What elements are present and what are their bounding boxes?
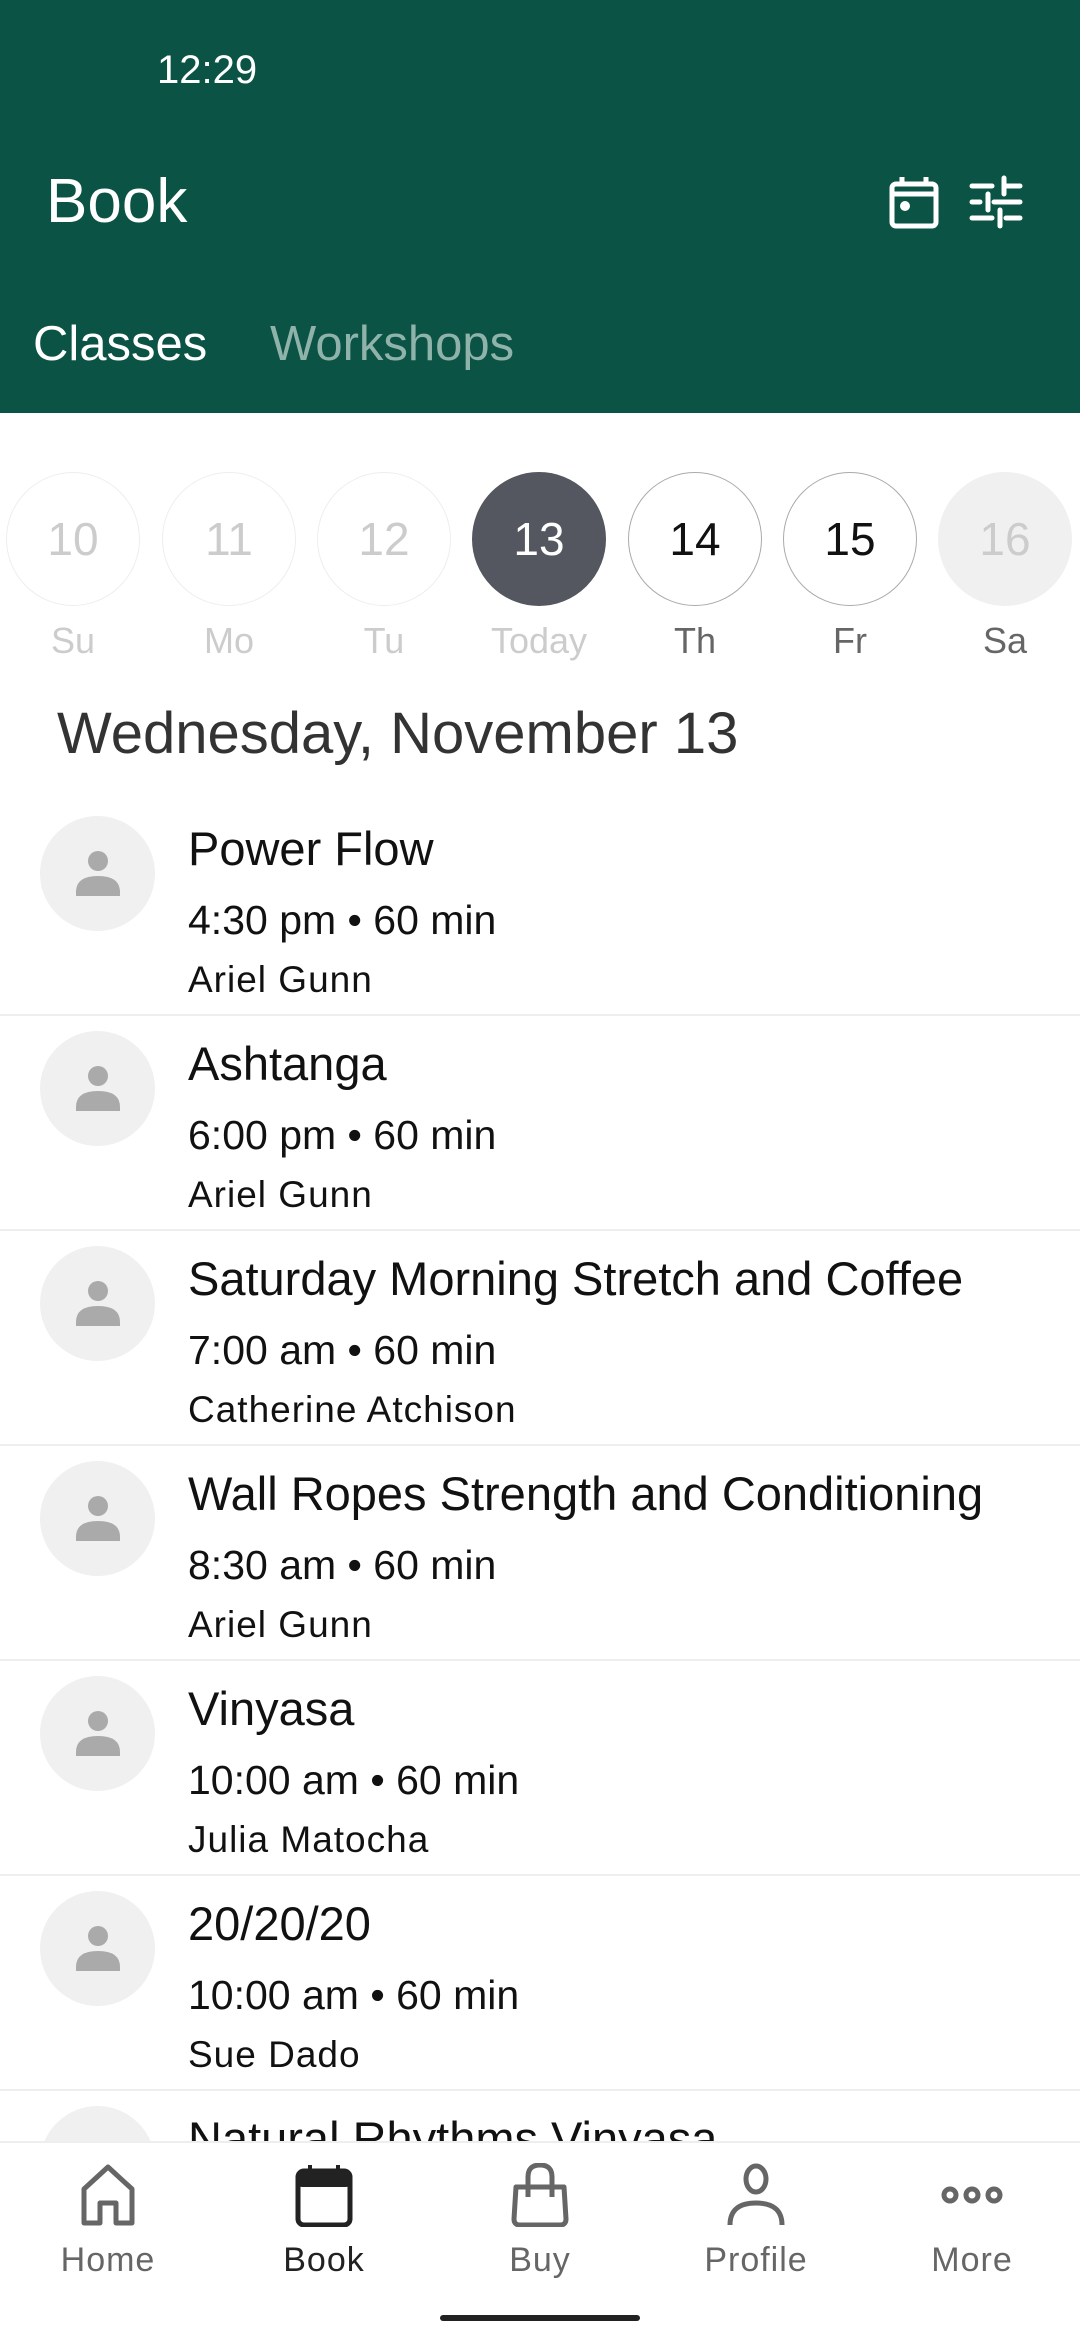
class-title: Vinyasa bbox=[188, 1682, 355, 1735]
home-icon bbox=[81, 2164, 135, 2226]
date-number: 14 bbox=[628, 472, 762, 606]
avatar bbox=[40, 1676, 155, 1791]
date-label: Sa bbox=[982, 620, 1028, 661]
class-instructor: Ariel Gunn bbox=[188, 1604, 373, 1645]
class-list-item[interactable]: Wall Ropes Strength and Conditioning 8:3… bbox=[0, 1446, 1080, 1661]
person-icon bbox=[76, 1066, 120, 1111]
person-icon bbox=[727, 2163, 785, 2226]
nav-label: Home bbox=[60, 2241, 156, 2279]
nav-home[interactable]: Home bbox=[0, 2163, 216, 2280]
class-instructor: Catherine Atchison bbox=[188, 1389, 517, 1430]
class-list-item[interactable]: Ashtanga 6:00 pm • 60 min Ariel Gunn bbox=[0, 1016, 1080, 1231]
more-dots-icon bbox=[941, 2186, 1003, 2204]
avatar bbox=[40, 1891, 155, 2006]
nav-label: Profile bbox=[704, 2241, 808, 2279]
tab-classes[interactable]: Classes bbox=[33, 316, 207, 372]
avatar bbox=[40, 1031, 155, 1146]
date-item[interactable]: 11 Mo bbox=[161, 472, 297, 662]
class-time: 4:30 pm • 60 min bbox=[188, 897, 497, 943]
class-instructor: Sue Dado bbox=[188, 2034, 361, 2075]
date-number: 10 bbox=[6, 472, 140, 606]
app-header: 12:29 Book Classes Workshops bbox=[0, 0, 1080, 413]
shopping-bag-icon bbox=[511, 2163, 569, 2227]
date-label: Fr bbox=[833, 620, 867, 661]
date-heading: Wednesday, November 13 bbox=[57, 701, 739, 766]
class-time: 8:30 am • 60 min bbox=[188, 1542, 497, 1588]
home-indicator[interactable] bbox=[440, 2315, 640, 2321]
bottom-nav: Home Book Buy Profile More bbox=[0, 2141, 1080, 2340]
date-item-selected[interactable]: 13 Today bbox=[471, 472, 607, 662]
date-item[interactable]: 12 Tu bbox=[316, 472, 452, 662]
nav-buy[interactable]: Buy bbox=[432, 2163, 648, 2280]
date-number: 13 bbox=[472, 472, 606, 606]
date-label: Tu bbox=[363, 620, 405, 661]
tab-workshops[interactable]: Workshops bbox=[270, 316, 514, 372]
class-list-item[interactable]: Saturday Morning Stretch and Coffee 7:00… bbox=[0, 1231, 1080, 1446]
class-time: 7:00 am • 60 min bbox=[188, 1327, 497, 1373]
date-label: Th bbox=[673, 620, 716, 661]
avatar bbox=[40, 816, 155, 931]
class-title: Ashtanga bbox=[188, 1037, 387, 1090]
date-label: Su bbox=[50, 620, 96, 661]
date-item[interactable]: 10 Su bbox=[5, 472, 141, 662]
calendar-icon bbox=[295, 2165, 353, 2227]
class-instructor: Julia Matocha bbox=[188, 1819, 430, 1860]
person-icon bbox=[76, 1281, 120, 1326]
class-list: Power Flow 4:30 pm • 60 min Ariel Gunn A… bbox=[0, 801, 1080, 2306]
class-title: Power Flow bbox=[188, 822, 434, 875]
date-number: 12 bbox=[317, 472, 451, 606]
nav-profile[interactable]: Profile bbox=[648, 2163, 864, 2280]
class-time: 6:00 pm • 60 min bbox=[188, 1112, 497, 1158]
date-item[interactable]: 15 Fr bbox=[782, 472, 918, 662]
nav-book[interactable]: Book bbox=[216, 2163, 432, 2280]
nav-label: Book bbox=[283, 2241, 365, 2279]
class-time: 10:00 am • 60 min bbox=[188, 1757, 520, 1803]
avatar bbox=[40, 1461, 155, 1576]
date-number: 15 bbox=[783, 472, 917, 606]
class-title: 20/20/20 bbox=[188, 1897, 371, 1950]
date-number: 16 bbox=[938, 472, 1072, 606]
class-list-item[interactable]: 20/20/20 10:00 am • 60 min Sue Dado bbox=[0, 1876, 1080, 2091]
avatar bbox=[40, 1246, 155, 1361]
person-icon bbox=[76, 1926, 120, 1971]
class-instructor: Ariel Gunn bbox=[188, 1174, 373, 1215]
calendar-icon[interactable] bbox=[884, 172, 944, 232]
class-title: Wall Ropes Strength and Conditioning bbox=[188, 1467, 984, 1520]
status-time: 12:29 bbox=[157, 48, 258, 92]
class-time: 10:00 am • 60 min bbox=[188, 1972, 520, 2018]
person-icon bbox=[76, 1496, 120, 1541]
class-instructor: Ariel Gunn bbox=[188, 959, 373, 1000]
class-list-item[interactable]: Power Flow 4:30 pm • 60 min Ariel Gunn bbox=[0, 801, 1080, 1016]
nav-label: More bbox=[931, 2241, 1013, 2279]
class-title: Saturday Morning Stretch and Coffee bbox=[188, 1252, 964, 1305]
date-number: 11 bbox=[162, 472, 296, 606]
page-title: Book bbox=[46, 167, 188, 236]
date-strip: 10 Su 11 Mo 12 Tu 13 Today 14 Th 15 Fr 16 Sa bbox=[0, 472, 1080, 672]
date-item[interactable]: 16 Sa bbox=[937, 472, 1073, 662]
person-icon bbox=[76, 851, 120, 896]
nav-label: Buy bbox=[509, 2241, 571, 2279]
nav-more[interactable]: More bbox=[864, 2163, 1080, 2280]
class-list-item[interactable]: Vinyasa 10:00 am • 60 min Julia Matocha bbox=[0, 1661, 1080, 1876]
date-label: Today bbox=[490, 620, 588, 661]
filter-sliders-icon[interactable] bbox=[966, 172, 1026, 232]
date-item[interactable]: 14 Th bbox=[627, 472, 763, 662]
person-icon bbox=[76, 1711, 120, 1756]
date-label: Mo bbox=[203, 620, 254, 661]
